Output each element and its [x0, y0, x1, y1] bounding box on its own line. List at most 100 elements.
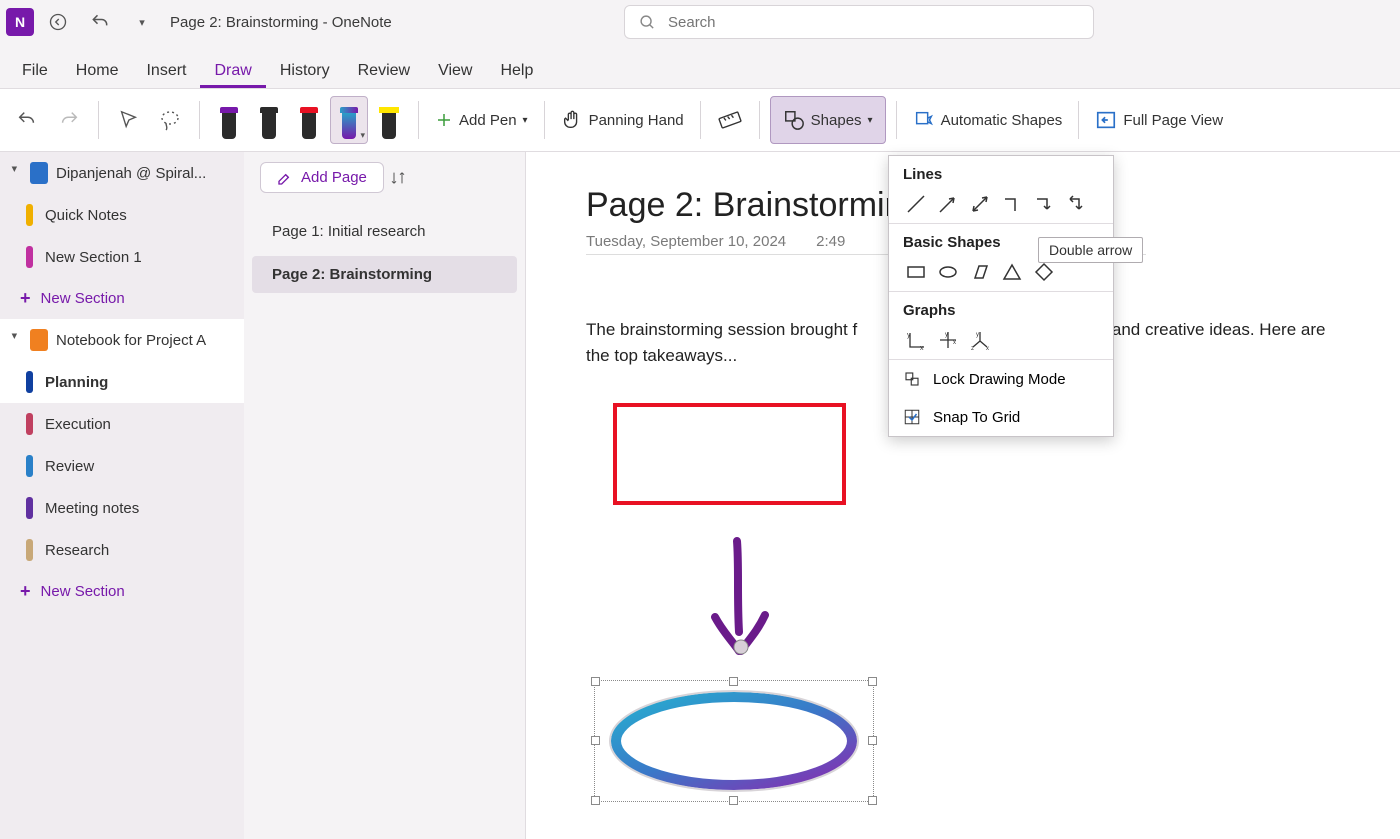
undo-ribbon-button[interactable]: [8, 96, 46, 144]
ribbon-toolbar: ▾ Add Pen ▾ Panning Hand Shapes ▾ Automa…: [0, 88, 1400, 152]
notebook-row[interactable]: ▸ Notebook for Project A: [0, 319, 244, 361]
line-shape[interactable]: [903, 191, 929, 217]
app-logo-icon: N: [6, 8, 34, 36]
menu-review[interactable]: Review: [344, 52, 424, 88]
pen-gallery: ▾: [210, 96, 408, 144]
section-row[interactable]: Planning: [0, 361, 244, 403]
window-title: Page 2: Brainstorming - OneNote: [170, 14, 392, 31]
elbow-arrow-shape[interactable]: [1031, 191, 1057, 217]
section-row[interactable]: New Section 1: [0, 236, 244, 278]
separator: [759, 101, 760, 139]
shapes-label: Shapes: [811, 112, 862, 129]
plus-icon: +: [20, 288, 31, 309]
edit-icon: [277, 170, 293, 186]
lock-drawing-mode-item[interactable]: Lock Drawing Mode: [889, 360, 1113, 398]
resize-handle[interactable]: [591, 796, 600, 805]
xy-axes-shape[interactable]: yx: [903, 327, 929, 353]
resize-handle[interactable]: [729, 677, 738, 686]
parallelogram-shape[interactable]: [967, 259, 993, 285]
triangle-shape[interactable]: [999, 259, 1025, 285]
section-name: New Section 1: [45, 249, 142, 266]
purple-arrow-drawing[interactable]: [703, 537, 783, 667]
section-row[interactable]: Review: [0, 445, 244, 487]
pen-red-button[interactable]: [290, 96, 328, 144]
resize-handle[interactable]: [729, 796, 738, 805]
section-row[interactable]: Meeting notes: [0, 487, 244, 529]
new-section-button[interactable]: + New Section: [0, 278, 244, 319]
shapes-button[interactable]: Shapes ▾: [770, 96, 886, 144]
sort-pages-button[interactable]: [384, 164, 412, 192]
pen-galaxy-button[interactable]: ▾: [330, 96, 368, 144]
new-section-label: New Section: [41, 290, 125, 307]
page-list-item[interactable]: Page 2: Brainstorming: [252, 256, 517, 293]
add-page-button[interactable]: Add Page: [260, 162, 384, 193]
snap-to-grid-item[interactable]: Snap To Grid: [889, 398, 1113, 436]
notebook-row[interactable]: ▸ Dipanjenah @ Spiral...: [0, 152, 244, 194]
svg-text:x: x: [953, 340, 956, 346]
search-box[interactable]: [624, 5, 1094, 39]
section-row[interactable]: Quick Notes: [0, 194, 244, 236]
notebook-name: Dipanjenah @ Spiral...: [56, 165, 236, 182]
search-input[interactable]: [668, 14, 1079, 31]
full-page-icon: [1095, 109, 1117, 131]
resize-handle[interactable]: [868, 796, 877, 805]
pen-black-button[interactable]: [250, 96, 288, 144]
menu-insert[interactable]: Insert: [132, 52, 200, 88]
section-color-tab: [26, 497, 33, 519]
tooltip: Double arrow: [1038, 237, 1143, 263]
section-name: Research: [45, 542, 109, 559]
menu-help[interactable]: Help: [486, 52, 547, 88]
xy-cross-axes-shape[interactable]: yx: [935, 327, 961, 353]
arrow-shape[interactable]: [935, 191, 961, 217]
lasso-tool-button[interactable]: [151, 96, 189, 144]
automatic-shapes-button[interactable]: Automatic Shapes: [907, 96, 1069, 144]
menu-history[interactable]: History: [266, 52, 344, 88]
resize-handle[interactable]: [868, 736, 877, 745]
add-pen-button[interactable]: Add Pen ▾: [429, 96, 534, 144]
double-arrow-shape[interactable]: [967, 191, 993, 217]
elbow-double-arrow-shape[interactable]: [1063, 191, 1089, 217]
highlighter-yellow-icon: [377, 101, 401, 139]
section-color-tab: [26, 455, 33, 477]
lock-drawing-label: Lock Drawing Mode: [933, 371, 1066, 388]
back-button[interactable]: [40, 4, 76, 40]
rectangle-shape[interactable]: [903, 259, 929, 285]
section-name: Planning: [45, 374, 108, 391]
separator: [1078, 101, 1079, 139]
pen-purple-button[interactable]: [210, 96, 248, 144]
menu-file[interactable]: File: [8, 52, 62, 88]
resize-handle[interactable]: [868, 677, 877, 686]
undo-button[interactable]: [82, 4, 118, 40]
elbow-shape[interactable]: [999, 191, 1025, 217]
page-list-item[interactable]: Page 1: Initial research: [252, 213, 517, 250]
red-rectangle-shape[interactable]: [613, 403, 846, 505]
panning-hand-button[interactable]: Panning Hand: [555, 96, 690, 144]
select-tool-button[interactable]: [109, 96, 147, 144]
menu-draw[interactable]: Draw: [200, 52, 265, 88]
section-row[interactable]: Research: [0, 529, 244, 571]
full-page-view-button[interactable]: Full Page View: [1089, 96, 1229, 144]
highlighter-yellow-button[interactable]: [370, 96, 408, 144]
resize-handle[interactable]: [591, 677, 600, 686]
sort-icon: [390, 170, 406, 186]
more-button[interactable]: ▾: [124, 4, 160, 40]
ellipse-shape[interactable]: [935, 259, 961, 285]
gradient-oval-shape[interactable]: [596, 682, 872, 800]
workspace: ▸ Dipanjenah @ Spiral... Quick Notes New…: [0, 152, 1400, 839]
chevron-down-icon: ▸: [9, 333, 22, 347]
menu-view[interactable]: View: [424, 52, 486, 88]
xyz-axes-shape[interactable]: yzx: [967, 327, 993, 353]
pen-purple-icon: [217, 101, 241, 139]
redo-ribbon-button[interactable]: [50, 96, 88, 144]
new-section-button[interactable]: +New Section: [0, 571, 244, 612]
menu-home[interactable]: Home: [62, 52, 133, 88]
pen-galaxy-icon: [337, 101, 361, 139]
separator: [98, 101, 99, 139]
section-row[interactable]: Execution: [0, 403, 244, 445]
auto-shapes-icon: [913, 109, 935, 131]
section-name: Quick Notes: [45, 207, 127, 224]
section-color-tab: [26, 371, 33, 393]
pages-pane: Add Page Page 1: Initial research Page 2:…: [244, 152, 526, 839]
resize-handle[interactable]: [591, 736, 600, 745]
ruler-button[interactable]: [711, 96, 749, 144]
